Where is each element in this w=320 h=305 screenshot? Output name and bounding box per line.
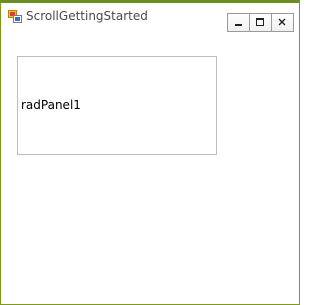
panel-label: radPanel1 <box>21 98 81 112</box>
title-bar[interactable]: ScrollGettingStarted <box>1 3 299 33</box>
minimize-icon <box>235 24 242 26</box>
close-icon <box>278 18 286 26</box>
close-button[interactable] <box>271 13 294 32</box>
maximize-button[interactable] <box>249 13 272 32</box>
app-window: ScrollGettingStarted radPanel1 <box>0 0 300 305</box>
window-title: ScrollGettingStarted <box>26 9 148 23</box>
maximize-icon <box>256 18 264 26</box>
minimize-button[interactable] <box>227 13 250 32</box>
window-controls <box>227 13 297 32</box>
app-icon <box>8 8 22 23</box>
rad-panel: radPanel1 <box>17 56 217 155</box>
